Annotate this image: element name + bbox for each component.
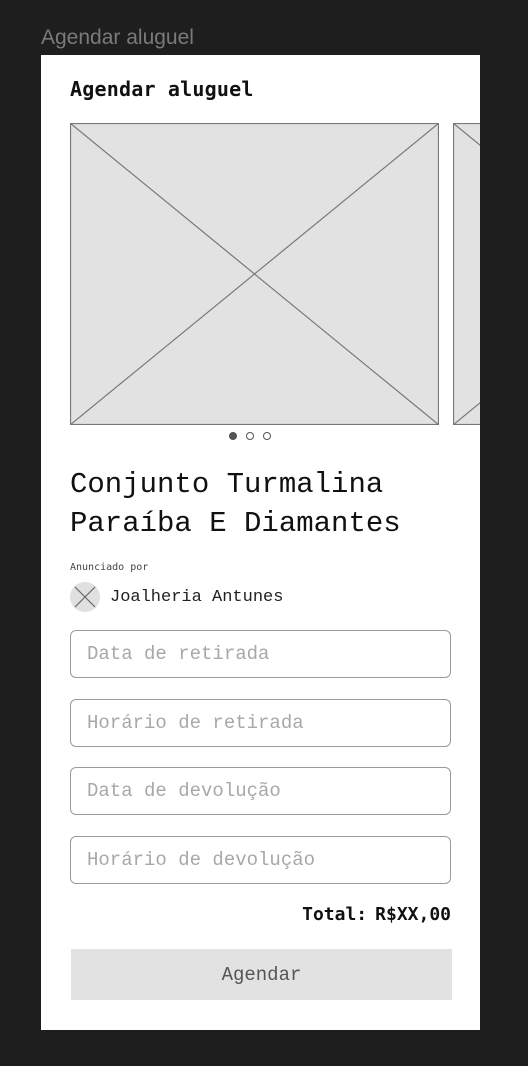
seller-name: Joalheria Antunes xyxy=(110,587,284,607)
carousel-dot[interactable] xyxy=(246,432,254,440)
image-placeholder-icon xyxy=(453,123,480,425)
announced-by-label: Anunciado por xyxy=(70,562,149,573)
return-date-field[interactable] xyxy=(70,767,451,815)
image-placeholder-icon xyxy=(70,123,439,425)
carousel-pagination xyxy=(229,432,271,440)
frame-label: Agendar aluguel xyxy=(41,26,194,49)
return-time-field[interactable] xyxy=(70,836,451,884)
seller-info[interactable]: Joalheria Antunes xyxy=(70,582,283,612)
total-label: Total: xyxy=(302,904,368,925)
avatar xyxy=(70,582,100,612)
schedule-button[interactable]: Agendar xyxy=(71,949,452,1000)
total-price: Total: R$XX,00 xyxy=(302,904,451,925)
pickup-time-field[interactable] xyxy=(70,699,451,747)
product-image-placeholder-next[interactable] xyxy=(453,123,480,425)
carousel-dot[interactable] xyxy=(263,432,271,440)
carousel-dot[interactable] xyxy=(229,432,237,440)
rental-schedule-screen: Agendar aluguel Conjunto Turmalina Paraí… xyxy=(41,55,480,1030)
pickup-date-field[interactable] xyxy=(70,630,451,678)
image-carousel[interactable] xyxy=(70,123,480,425)
product-title: Conjunto Turmalina Paraíba E Diamantes xyxy=(70,468,401,540)
page-title: Agendar aluguel xyxy=(70,77,254,101)
total-value: R$XX,00 xyxy=(375,904,451,925)
product-image-placeholder[interactable] xyxy=(70,123,439,425)
avatar-placeholder-icon xyxy=(74,586,96,608)
